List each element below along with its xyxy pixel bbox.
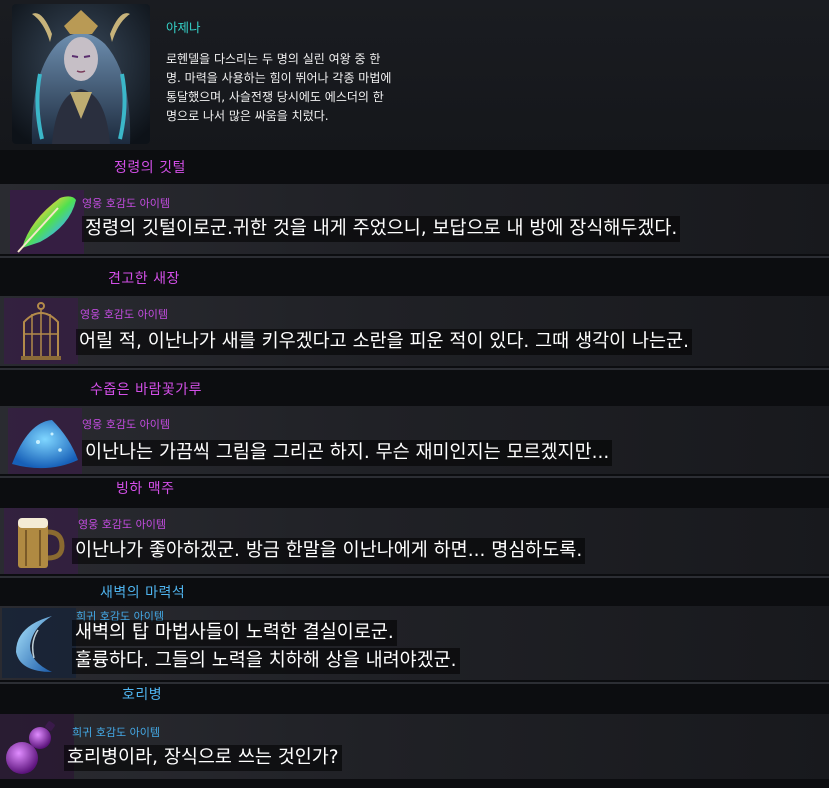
npc-description-line: 명. 마력을 사용하는 힘이 뛰어나 각종 마법에	[166, 71, 392, 85]
item-type-label: 영웅 호감도 아이템	[80, 308, 168, 321]
npc-card: 아제나 로헨델을 다스리는 두 명의 실린 여왕 중 한 명. 마력을 사용하는…	[0, 0, 829, 150]
divider	[0, 576, 829, 578]
npc-description-line: 통달했으며, 사슬전쟁 당시에도 에스더의 한	[166, 90, 384, 104]
beer-mug-icon	[4, 508, 78, 582]
item-row: 영웅 호감도 아이템 어릴 적, 이난나가 새를 키우겠다고 소란을 피운 적이…	[0, 296, 829, 366]
item-title: 빙하 맥주	[116, 481, 175, 497]
item-dialogue: 이난나가 좋아하겠군. 방금 한말을 이난나에게 하면... 명심하도록.	[72, 538, 586, 564]
npc-name: 아제나	[166, 20, 201, 35]
item-dialogue: 어릴 적, 이난나가 새를 키우겠다고 소란을 피운 적이 있다. 그때 생각이…	[76, 329, 692, 355]
divider	[0, 256, 829, 258]
npc-portrait	[12, 4, 150, 144]
item-type-label: 영웅 호감도 아이템	[78, 518, 166, 531]
item-row: 영웅 호감도 아이템 이난나가 좋아하겠군. 방금 한말을 이난나에게 하면..…	[0, 508, 829, 574]
birdcage-icon	[4, 298, 78, 372]
crescent-crystal-icon	[2, 608, 76, 682]
item-title: 수줍은 바람꽃가루	[90, 382, 202, 398]
item-row: 영웅 호감도 아이템 정령의 깃털이로군.귀한 것을 내게 주었으니, 보답으로…	[0, 184, 829, 254]
item-row: 희귀 호감도 아이템 새벽의 탑 마법사들이 노력한 결실이로군. 훌륭하다. …	[0, 606, 829, 680]
divider	[0, 368, 829, 370]
item-dialogue: 호리병이라, 장식으로 쓰는 것인가?	[64, 745, 342, 771]
item-dialogue: 새벽의 탑 마법사들이 노력한 결실이로군.	[72, 620, 397, 646]
item-title: 정령의 깃털	[114, 160, 186, 176]
item-dialogue: 훌륭하다. 그들의 노력을 치하해 상을 내려야겠군.	[72, 648, 460, 674]
item-type-label: 영웅 호감도 아이템	[82, 418, 170, 431]
gourd-bottle-icon	[0, 714, 74, 788]
item-title: 호리병	[122, 687, 163, 703]
powder-pile-icon	[8, 408, 82, 482]
item-title: 견고한 새장	[108, 271, 180, 287]
item-type-label: 영웅 호감도 아이템	[82, 197, 170, 210]
npc-description: 로헨델을 다스리는 두 명의 실린 여왕 중 한 명. 마력을 사용하는 힘이 …	[166, 50, 466, 126]
item-dialogue: 정령의 깃털이로군.귀한 것을 내게 주었으니, 보답으로 내 방에 장식해두겠…	[82, 216, 681, 242]
npc-description-line: 명으로 나서 많은 싸움을 치렀다.	[166, 109, 329, 123]
item-row: 영웅 호감도 아이템 이난나는 가끔씩 그림을 그리곤 하지. 무슨 재미인지는…	[0, 406, 829, 474]
feather-icon	[10, 190, 84, 264]
npc-description-line: 로헨델을 다스리는 두 명의 실린 여왕 중 한	[166, 52, 381, 66]
item-title: 새벽의 마력석	[100, 585, 186, 601]
item-row: 희귀 호감도 아이템 호리병이라, 장식으로 쓰는 것인가?	[0, 714, 829, 779]
item-dialogue: 이난나는 가끔씩 그림을 그리곤 하지. 무슨 재미인지는 모르겠지만...	[82, 440, 613, 466]
item-type-label: 희귀 호감도 아이템	[72, 726, 160, 739]
